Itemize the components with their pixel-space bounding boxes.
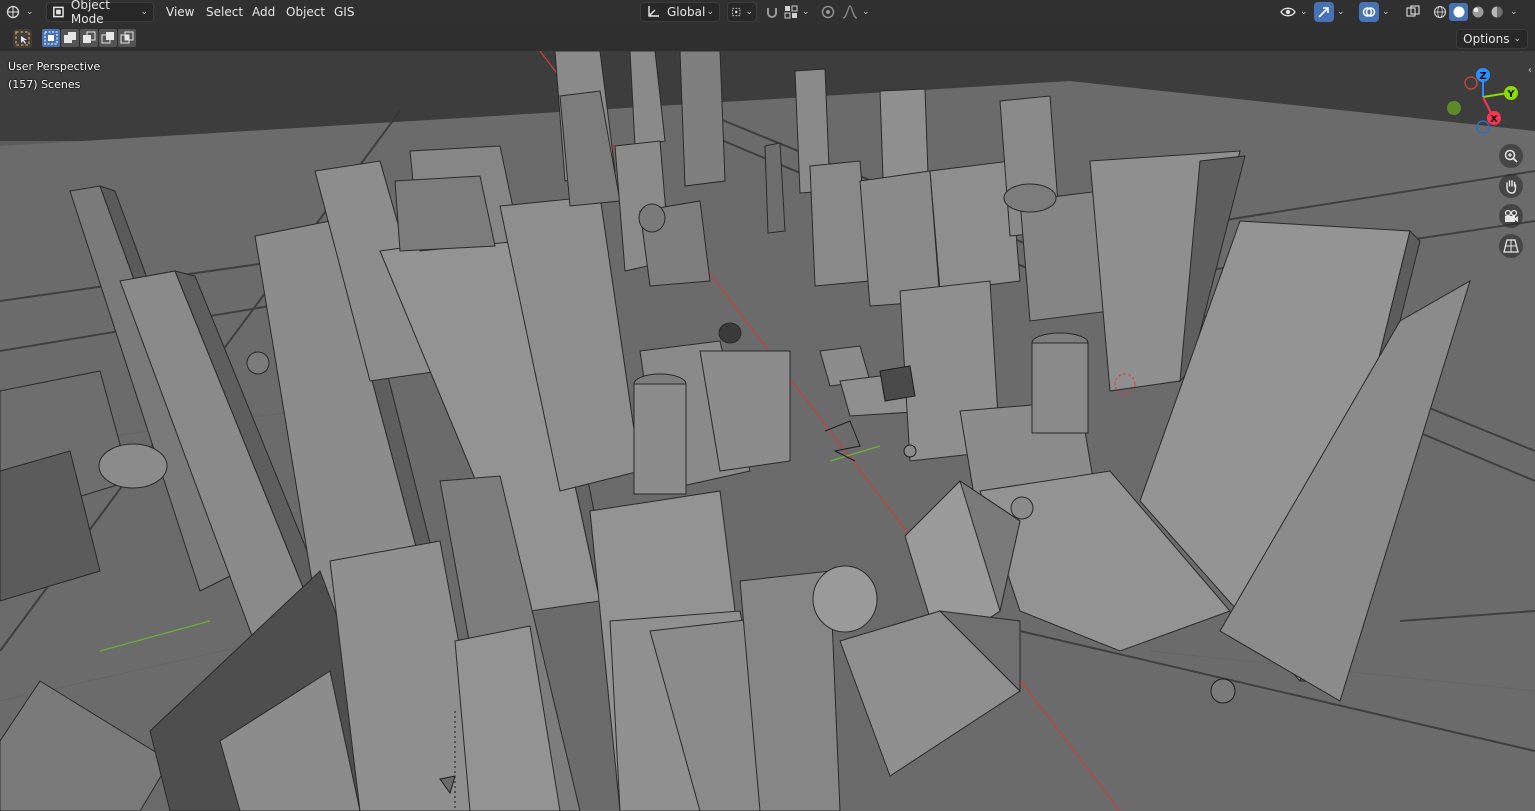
chevron-down-icon: ⌄ [1337, 7, 1345, 17]
snap-increment-icon [784, 5, 798, 19]
menu-object[interactable]: Object [282, 2, 329, 22]
overlay-icon [1362, 7, 1376, 17]
menu-view[interactable]: View [162, 2, 198, 22]
tool-settings-bar [0, 25, 1535, 51]
city-scene[interactable] [0, 51, 1535, 811]
hand-icon [1506, 180, 1517, 194]
active-tool-button[interactable] [13, 29, 32, 48]
chevron-down-icon: ⌄ [802, 7, 810, 17]
select-subtract-icon [83, 31, 96, 43]
camera-view-button[interactable] [1499, 204, 1523, 228]
chevron-down-icon: ⌄ [745, 7, 753, 17]
axis-z-label: Z [1479, 71, 1486, 82]
zoom-button[interactable] [1499, 144, 1523, 168]
axis-x-label: X [1490, 114, 1498, 125]
editor-type-button[interactable]: ⌄ [6, 2, 38, 22]
chevron-down-icon: ⌄ [1510, 7, 1518, 17]
ortho-toggle-button[interactable] [1499, 234, 1523, 258]
shading-options[interactable]: ⌄ [1508, 2, 1522, 22]
sidebar-toggle-chevron-icon[interactable]: ‹ [1528, 65, 1532, 76]
options-label: Options [1463, 32, 1510, 46]
options-dropdown[interactable]: Options ⌄ [1456, 29, 1528, 49]
gizmo-toggle-icon [1318, 7, 1329, 18]
xray-toggle[interactable] [1404, 2, 1422, 22]
pan-button[interactable] [1499, 174, 1523, 198]
chevron-down-icon: ⌄ [1513, 34, 1521, 44]
falloff-curve-icon [842, 5, 858, 19]
select-mode-new[interactable] [42, 29, 60, 47]
select-mode-difference[interactable] [99, 29, 117, 47]
gizmo-options[interactable]: ⌄ [1335, 2, 1349, 22]
magnet-icon [767, 8, 777, 18]
pivot-point-select[interactable]: ⌄ [727, 2, 757, 22]
overlay-options[interactable]: ⌄ [1380, 2, 1394, 22]
chevron-down-icon: ⌄ [1300, 7, 1308, 17]
shading-wireframe-button[interactable] [1430, 3, 1449, 21]
axis-neg-x-handle[interactable] [1464, 76, 1478, 90]
object-mode-icon [53, 6, 64, 18]
snap-toggle[interactable] [763, 2, 781, 22]
axis-neg-z-handle[interactable] [1476, 120, 1490, 134]
menu-select[interactable]: Select [202, 2, 247, 22]
zoom-icon [1504, 149, 1518, 163]
mode-label: Object Mode [70, 0, 110, 26]
axis-neg-y-handle[interactable] [1447, 101, 1461, 115]
menu-add[interactable]: Add [248, 2, 279, 22]
collection-label: (157) Scenes [8, 78, 81, 91]
select-mode-intersect[interactable] [118, 29, 136, 47]
chevron-down-icon: ⌄ [1382, 7, 1390, 17]
wireframe-sphere-icon [1433, 5, 1446, 19]
chevron-down-icon: ⌄ [862, 7, 870, 17]
shading-material-button[interactable] [1468, 3, 1487, 21]
rendered-sphere-icon [1491, 6, 1502, 18]
falloff-select[interactable]: ⌄ [842, 2, 870, 22]
material-sphere-icon [1472, 6, 1483, 18]
globe-grid-icon [6, 5, 20, 19]
shading-mode-group [1430, 2, 1508, 22]
eye-icon [1280, 7, 1296, 17]
menu-gis[interactable]: GIS [330, 2, 358, 22]
3d-viewport[interactable]: User Perspective (157) Scenes Z Y X ‹ [0, 51, 1535, 811]
camera-icon [1504, 209, 1518, 222]
solid-sphere-icon [1453, 6, 1464, 18]
pivot-point-icon [732, 7, 741, 17]
visibility-select[interactable]: ⌄ [1280, 2, 1310, 22]
snap-target-select[interactable]: ⌄ [784, 2, 814, 22]
shading-rendered-button[interactable] [1487, 3, 1506, 21]
shading-solid-button[interactable] [1449, 3, 1468, 21]
mode-select[interactable]: Object Mode ⌄ [46, 0, 154, 26]
select-mode-extend[interactable] [61, 29, 79, 47]
xray-icon [1406, 5, 1420, 17]
grid-view-icon [1503, 239, 1519, 253]
proportional-edit-toggle[interactable] [819, 2, 837, 22]
navigation-gizmo[interactable]: Z Y X [1440, 65, 1530, 137]
select-intersect-icon [120, 31, 134, 44]
select-mode-subtract[interactable] [80, 29, 98, 47]
select-difference-icon [101, 32, 114, 44]
chevron-down-icon: ⌄ [26, 7, 34, 17]
select-new-icon [44, 31, 58, 45]
orientation-icon [648, 6, 659, 17]
transform-orientation-select[interactable]: Global ⌄ [640, 2, 720, 22]
axis-y-label: Y [1506, 89, 1515, 100]
proportional-edit-icon [821, 5, 835, 19]
chevron-down-icon: ⌄ [706, 7, 714, 17]
gizmo-toggle[interactable] [1314, 2, 1334, 22]
select-extend-icon [64, 32, 76, 43]
overlay-toggle[interactable] [1359, 2, 1379, 22]
selection-mode-group [42, 29, 136, 47]
header-toolbar: ⌄ Object Mode ⌄ View Select Add Object G… [0, 0, 1535, 26]
orientation-label: Global [667, 5, 706, 19]
chevron-down-icon: ⌄ [140, 7, 148, 17]
perspective-label: User Perspective [8, 60, 101, 73]
select-box-icon [15, 31, 30, 46]
